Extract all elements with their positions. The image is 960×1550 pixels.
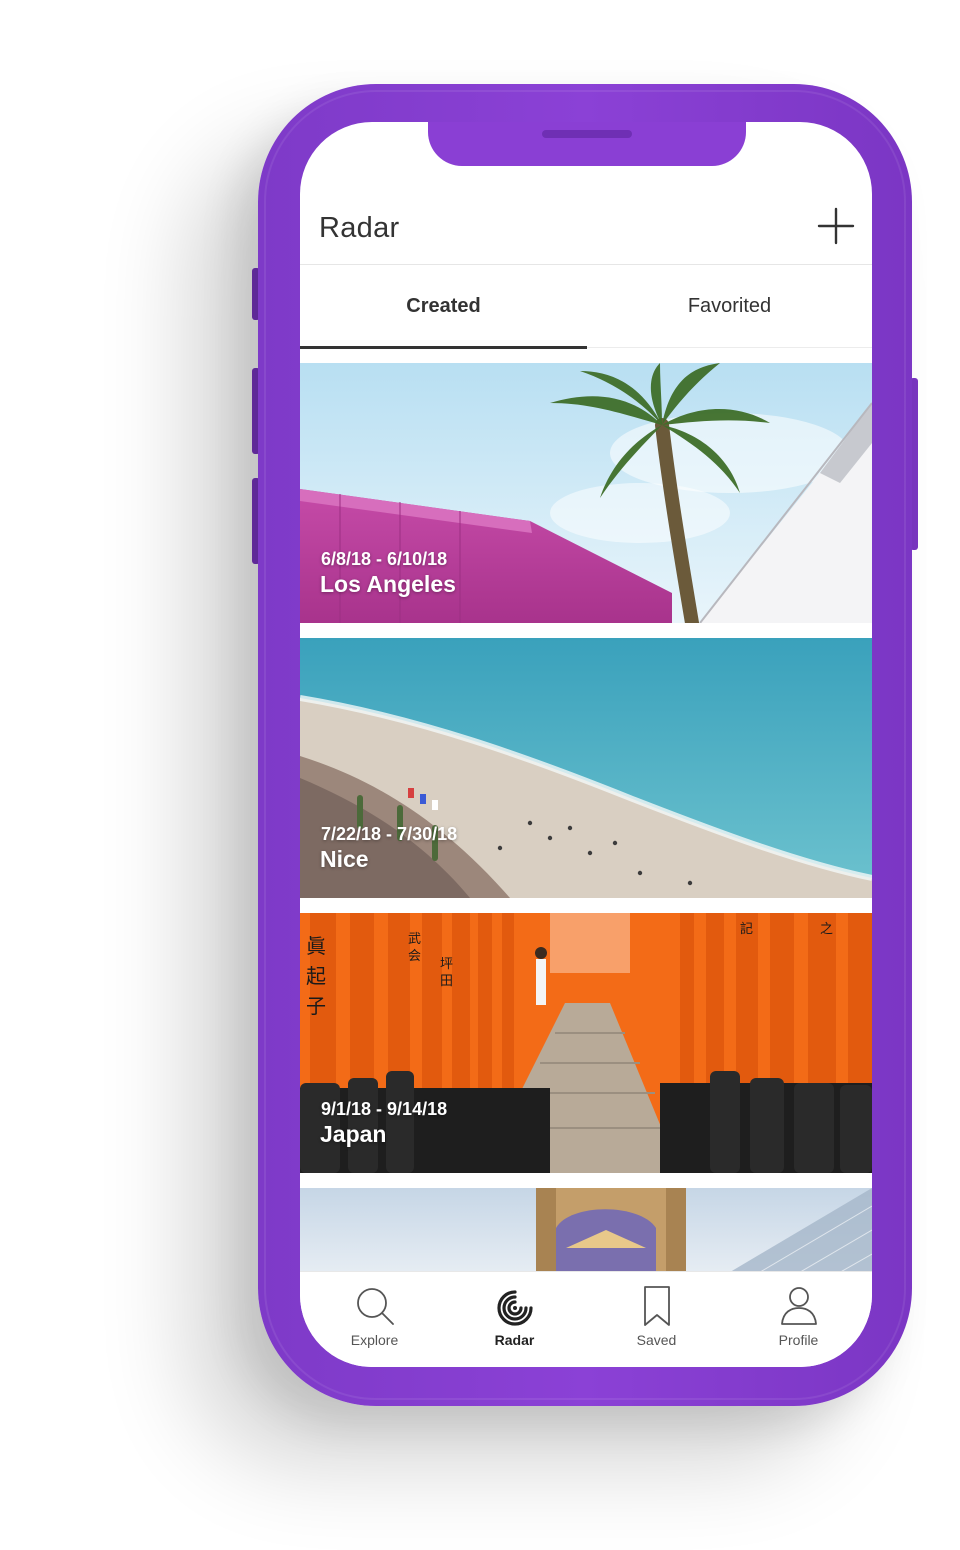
- svg-text:武: 武: [408, 932, 421, 947]
- svg-text:田: 田: [440, 974, 453, 989]
- trip-dates: 6/8/18 - 6/10/18: [321, 549, 448, 569]
- tab-favorited[interactable]: Favorited: [587, 265, 872, 347]
- trip-photo-paris: [300, 1188, 872, 1278]
- tab-created-label: Created: [406, 294, 481, 317]
- svg-text:起: 起: [306, 964, 326, 988]
- tab-bar: Created Favorited: [300, 265, 872, 349]
- nav-profile[interactable]: Profile: [727, 1272, 870, 1367]
- user-icon: [780, 1287, 817, 1325]
- trip-dates: 9/1/18 - 9/14/18: [321, 1099, 448, 1119]
- notch: [428, 122, 746, 166]
- search-icon: [356, 1288, 394, 1325]
- svg-text:坪: 坪: [440, 957, 453, 972]
- trip-card-partial[interactable]: [300, 1188, 872, 1278]
- radar-icon: [496, 1290, 533, 1326]
- page-title: Radar: [319, 212, 400, 244]
- tab-created[interactable]: Created: [300, 265, 587, 349]
- trip-card-nice[interactable]: 7/22/18 - 7/30/18 Nice: [300, 638, 872, 898]
- active-tab-indicator: [300, 346, 587, 349]
- speaker-grille: [542, 130, 632, 138]
- app-header: Radar: [300, 184, 872, 265]
- add-trip-button[interactable]: [816, 206, 856, 246]
- trip-photo-nice: [300, 638, 872, 898]
- svg-text:眞: 眞: [306, 934, 326, 958]
- svg-text:会: 会: [408, 949, 421, 964]
- trip-card-japan[interactable]: 眞起子 坪田 武会 之 記 9/1/18 - 9/14/18 Japan: [300, 913, 872, 1173]
- nav-label: Radar: [494, 1332, 535, 1348]
- trip-name: Japan: [320, 1121, 387, 1147]
- svg-text:子: 子: [306, 994, 326, 1018]
- nav-label: Explore: [350, 1332, 399, 1348]
- trip-dates: 7/22/18 - 7/30/18: [321, 824, 458, 844]
- nav-label: Saved: [636, 1332, 677, 1348]
- bottom-nav: Explore Radar Saved Profile: [300, 1271, 872, 1367]
- bookmark-icon: [643, 1286, 670, 1326]
- nav-explore[interactable]: Explore: [303, 1272, 446, 1367]
- trip-name: Nice: [320, 846, 369, 872]
- phone-screen: Radar Created Favorited 6/8/18 - 6/10/18…: [300, 122, 872, 1367]
- plus-icon: [817, 207, 855, 245]
- svg-text:記: 記: [740, 921, 753, 937]
- tab-favorited-label: Favorited: [687, 294, 772, 317]
- trip-card-los-angeles[interactable]: 6/8/18 - 6/10/18 Los Angeles: [300, 363, 872, 623]
- nav-radar[interactable]: Radar: [443, 1272, 586, 1367]
- nav-saved[interactable]: Saved: [585, 1272, 728, 1367]
- nav-label: Profile: [778, 1332, 819, 1348]
- svg-text:之: 之: [820, 922, 833, 937]
- trip-name: Los Angeles: [320, 571, 456, 597]
